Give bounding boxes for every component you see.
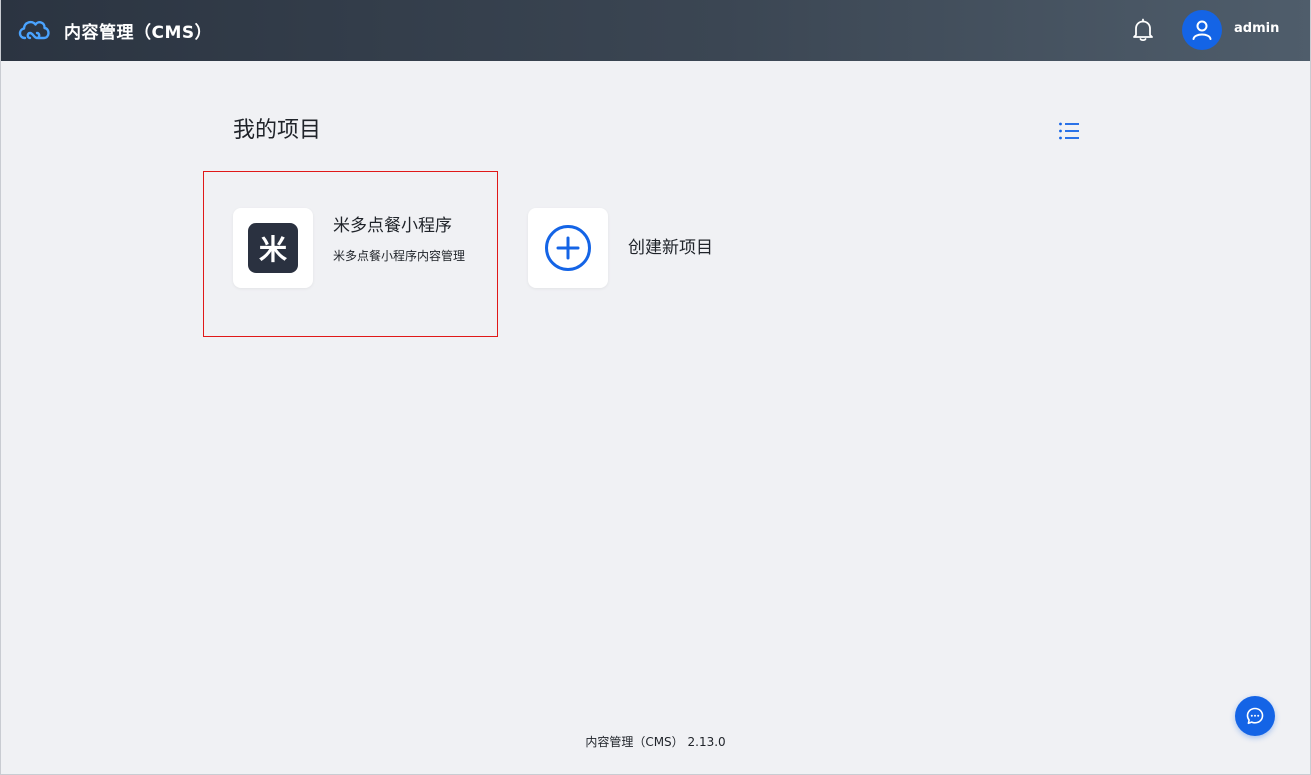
cloud-icon[interactable] [16,16,52,44]
plus-circle-icon [545,225,591,271]
project-logo-icon: 米 [248,223,298,273]
window-frame [0,0,1311,775]
list-icon[interactable] [1057,120,1081,142]
create-icon-container [528,208,608,288]
footer-version: 内容管理（CMS） 2.13.0 [585,735,726,749]
chat-icon [1246,707,1264,725]
create-project-label[interactable]: 创建新项目 [628,233,713,258]
app-title[interactable]: 内容管理（CMS） [64,18,212,43]
project-card[interactable]: 米 米多点餐小程序 米多点餐小程序内容管理 [233,208,483,298]
project-description: 米多点餐小程序内容管理 [333,249,466,263]
chat-button[interactable] [1235,696,1275,736]
page-title: 我的项目 [233,118,322,143]
project-icon-container: 米 [233,208,313,288]
username-label[interactable]: admin [1234,21,1279,36]
bell-icon[interactable] [1130,17,1156,43]
project-name[interactable]: 米多点餐小程序 [333,211,452,236]
user-icon [1192,20,1212,40]
create-project-button[interactable]: 创建新项目 [528,208,728,288]
top-navigation-bar: 内容管理（CMS） admin [0,0,1311,61]
avatar[interactable] [1182,10,1222,50]
